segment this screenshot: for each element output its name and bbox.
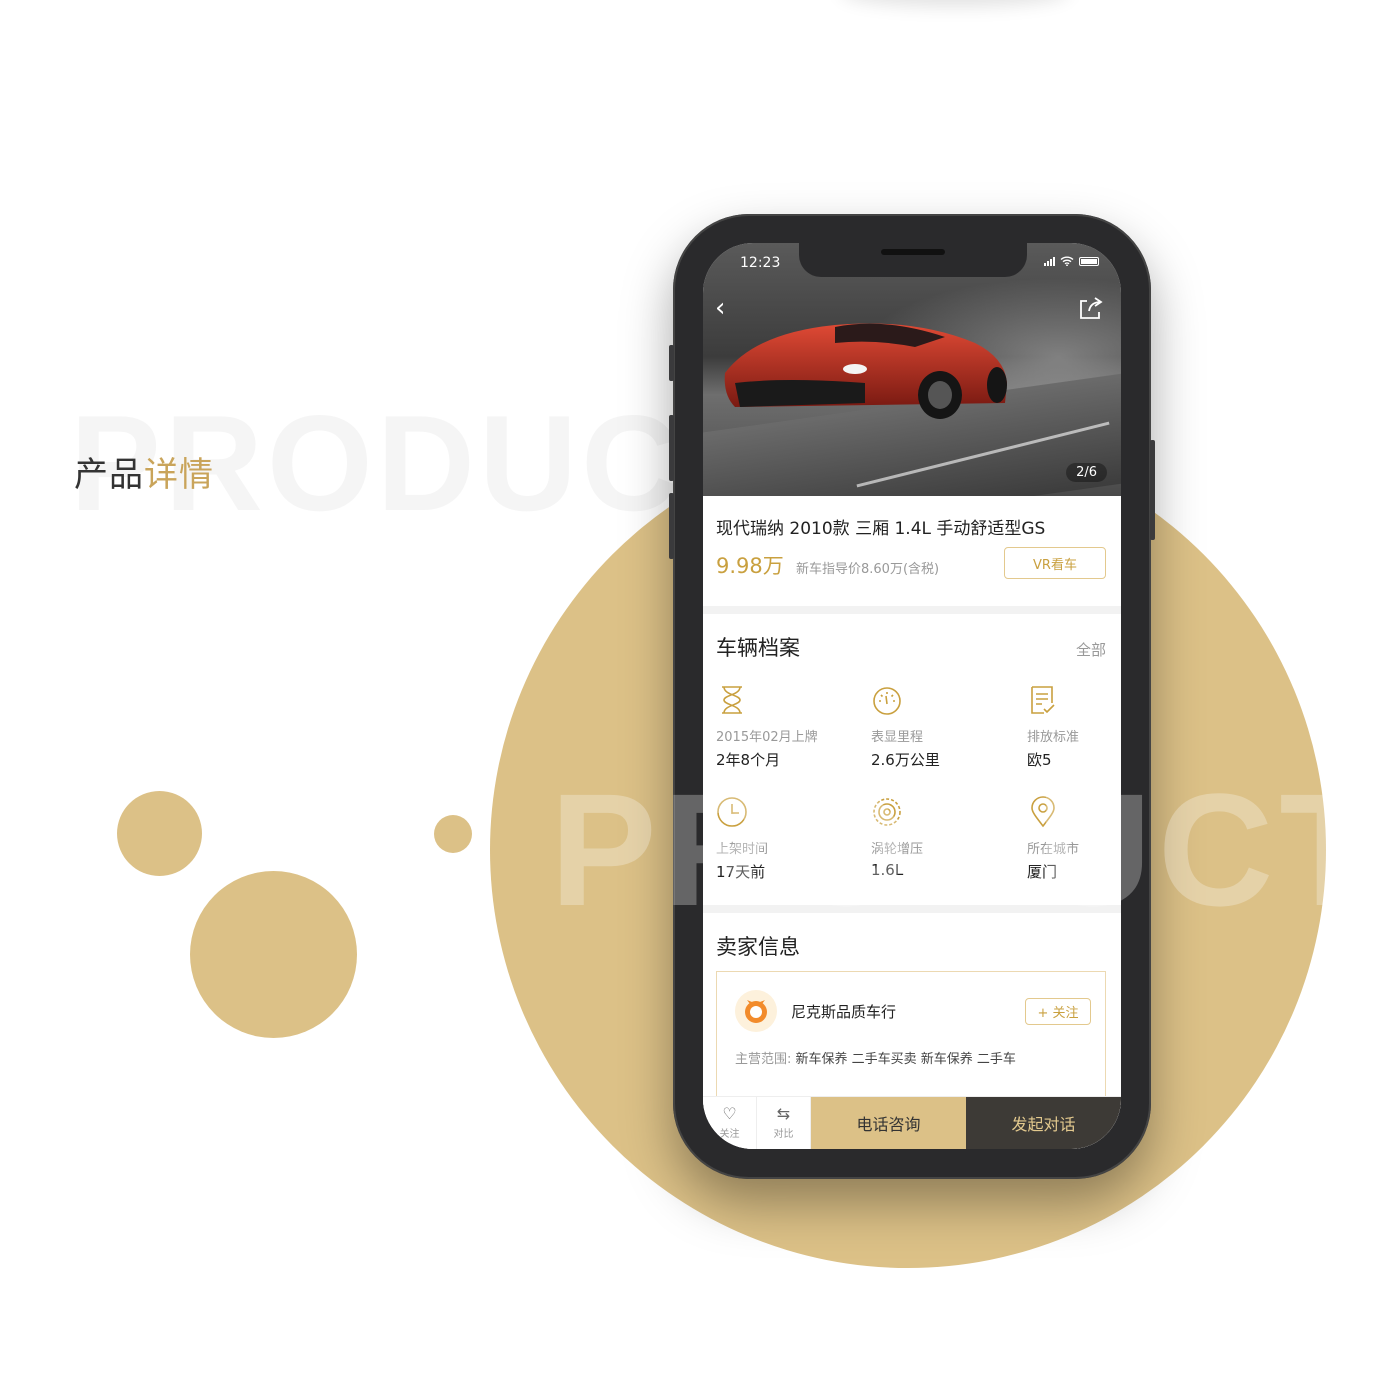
scope-label: 主营范围:	[735, 1052, 792, 1067]
share-icon[interactable]	[1077, 295, 1103, 321]
vr-view-button[interactable]: VR看车	[1004, 547, 1106, 579]
wifi-icon	[1060, 256, 1074, 266]
battery-icon	[1079, 256, 1099, 266]
compare-label: 对比	[773, 1129, 794, 1140]
heading-prefix: 产品	[74, 455, 144, 495]
status-time: 12:23	[740, 255, 781, 271]
phone-volume-up	[669, 415, 674, 481]
spec-registration: 2015年02月上牌 2年8个月	[716, 684, 856, 770]
phone-consult-button[interactable]: 电话咨询	[811, 1097, 966, 1149]
bottom-action-bar: ♡ 关注 ⇆ 对比 电话咨询 发起对话	[703, 1096, 1121, 1149]
document-check-icon	[1031, 686, 1055, 714]
phone-side-button	[669, 345, 674, 381]
spec-emission: 排放标准 欧5	[1027, 684, 1121, 770]
compare-button[interactable]: ⇆ 对比	[757, 1097, 811, 1149]
back-chevron-icon[interactable]: ‹	[715, 295, 725, 321]
hourglass-icon	[722, 686, 742, 714]
section-heading: 产品详情	[74, 447, 214, 496]
see-all-link[interactable]: 全部	[1076, 639, 1106, 660]
seller-card[interactable]: 尼克斯品质车行 + 关注 主营范围: 新车保养 二手车买卖 新车保养 二手车	[716, 971, 1106, 1111]
listing-summary: 现代瑞纳 2010款 三厢 1.4L 手动舒适型GS 9.98万 新车指导价8.…	[703, 496, 1121, 606]
phone-power-button	[1150, 440, 1155, 540]
decorative-dot-small	[117, 791, 202, 876]
phone-screen: 12:23 ‹ 2/6 现代瑞纳 2010款 三厢 1.4L 手动舒适型GS 9…	[703, 243, 1121, 1149]
guide-price: 新车指导价8.60万(含税)	[796, 562, 940, 577]
status-icons	[1044, 256, 1099, 266]
start-chat-button[interactable]: 发起对话	[966, 1097, 1121, 1149]
car-title: 现代瑞纳 2010款 三厢 1.4L 手动舒适型GS	[716, 519, 1046, 539]
red-sports-car-image	[724, 323, 1007, 419]
shop-logo-icon	[735, 990, 777, 1032]
archive-title: 车辆档案	[716, 636, 800, 660]
decorative-dot-large	[190, 871, 357, 1038]
gallery-counter: 2/6	[1066, 463, 1107, 482]
follow-shop-button[interactable]: + 关注	[1025, 998, 1091, 1025]
shop-name: 尼克斯品质车行	[791, 1003, 897, 1021]
business-scope: 主营范围: 新车保养 二手车买卖 新车保养 二手车	[735, 1048, 1016, 1067]
spec-label: 排放标准	[1027, 730, 1080, 745]
spec-label: 表显里程	[871, 730, 924, 745]
decorative-dot-tiny	[434, 815, 472, 853]
signal-icon	[1044, 256, 1055, 266]
compare-arrows-icon: ⇆	[776, 1104, 791, 1123]
watermark-product-overlay: PRODUCT	[550, 760, 1384, 939]
car-photo-gallery[interactable]: ‹ 2/6	[703, 243, 1121, 496]
speaker	[881, 249, 945, 255]
favorite-label: 关注	[719, 1129, 740, 1140]
favorite-button[interactable]: ♡ 关注	[703, 1097, 757, 1149]
spec-mileage: 表显里程 2.6万公里	[871, 684, 1011, 770]
spec-label: 2015年02月上牌	[716, 730, 818, 745]
price: 9.98万	[716, 554, 784, 578]
phone-volume-down	[669, 493, 674, 559]
heading-accent: 详情	[144, 455, 214, 495]
phone-notch	[799, 243, 1027, 277]
speedometer-icon	[873, 687, 901, 715]
scope-value: 新车保养 二手车买卖 新车保养 二手车	[795, 1052, 1016, 1067]
stage: PRODUCT 产品详情 12:23 ‹ 2/6 现代瑞纳 2010款 三厢 1…	[0, 0, 1400, 1386]
heart-icon: ♡	[722, 1104, 737, 1123]
